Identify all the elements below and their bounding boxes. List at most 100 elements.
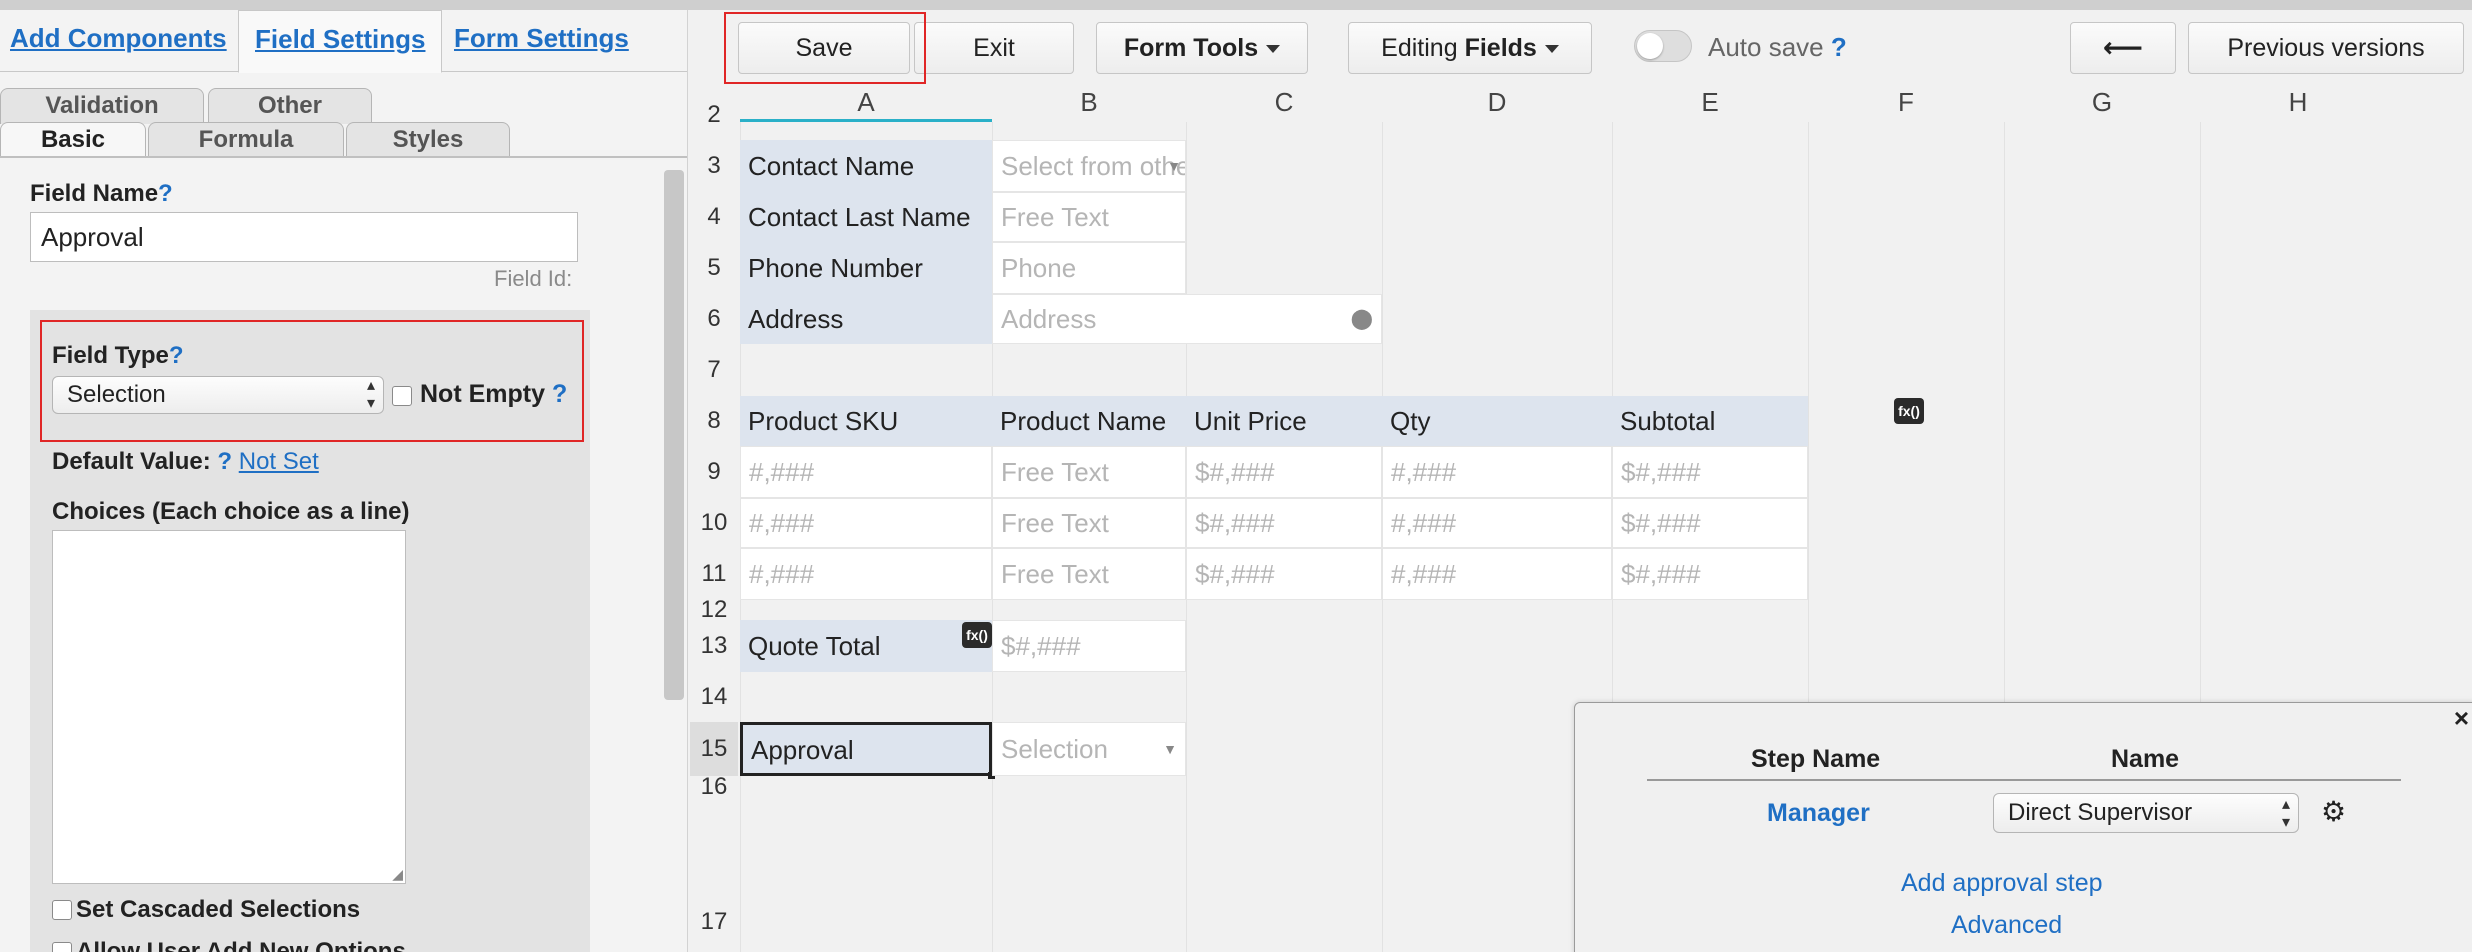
cascaded-checkbox[interactable] [52,900,72,920]
table-cell[interactable]: #,### [1382,498,1612,548]
table-cell[interactable]: $#,### [1612,498,1808,548]
previous-versions-button[interactable]: Previous versions [2188,22,2464,74]
row-header[interactable]: 2 [690,100,738,130]
gear-icon[interactable]: ⚙ [2321,795,2346,828]
step-name-manager[interactable]: Manager [1767,799,1870,828]
not-empty-checkbox[interactable] [392,386,412,406]
close-icon[interactable]: × [2454,703,2469,734]
window-top-strip [0,0,2472,10]
tab-add-components[interactable]: Add Components [2,10,235,72]
label-cell-contact-name[interactable]: Contact Name [740,140,992,192]
formula-icon[interactable]: fx() [1894,398,1924,424]
advanced-link[interactable]: Advanced [1951,911,2062,940]
help-icon[interactable]: ? [158,180,173,207]
row-header[interactable]: 9 [690,446,738,498]
label-cell-phone-number[interactable]: Phone Number [740,242,992,294]
row-header[interactable]: 12 [690,598,738,622]
row-header[interactable]: 4 [690,192,738,242]
subtab-other[interactable]: Other [208,88,372,124]
tab-field-settings[interactable]: Field Settings [238,10,443,73]
help-icon[interactable]: ? [1831,32,1847,62]
field-type-label: Field Type? [52,342,184,370]
editing-fields-button[interactable]: Editing Fields [1348,22,1592,74]
subtab-styles[interactable]: Styles [346,122,510,158]
phone-field[interactable]: Phone [992,242,1186,294]
label-cell-approval-selected[interactable]: Approval [740,722,992,776]
row-header[interactable]: 5 [690,242,738,294]
subtab-validation[interactable]: Validation [0,88,204,124]
select-arrows-icon: ▴ ▾ [366,377,375,412]
label-cell-contact-last-name[interactable]: Contact Last Name [740,192,992,242]
default-value-label-text: Default Value: [52,448,211,475]
row-header[interactable]: 8 [690,396,738,446]
quote-total-field[interactable]: $#,### [992,620,1186,672]
allow-add-label: Allow User Add New Options [76,938,406,952]
row-header[interactable]: 11 [690,548,738,600]
table-cell[interactable]: Free Text [992,548,1186,600]
free-text-field[interactable]: Free Text [992,192,1186,242]
table-header-cell[interactable]: Product SKU [740,396,992,446]
chevron-down-icon [1544,45,1559,54]
table-cell[interactable]: #,### [1382,548,1612,600]
help-icon[interactable]: ? [169,342,184,369]
select-other-sheet-field[interactable]: Select from other Sheet ▼ [992,140,1186,192]
table-cell[interactable]: #,### [1382,446,1612,498]
not-empty-label: Not Empty ? [420,380,567,409]
auto-save-toggle[interactable] [1634,30,1692,62]
back-arrow-button[interactable]: ⟵ [2070,22,2176,74]
table-cell[interactable]: $#,### [1186,498,1382,548]
table-cell[interactable]: $#,### [1186,548,1382,600]
approval-selection-field[interactable]: Selection ▼ [992,722,1186,776]
form-tools-button[interactable]: Form Tools [1096,22,1308,74]
address-field[interactable]: Address ⬤ [992,294,1382,344]
table-cell[interactable]: #,### [740,548,992,600]
table-cell[interactable]: #,### [740,446,992,498]
select-other-sheet-placeholder: Select from other Sheet [1001,151,1185,181]
table-header-cell[interactable]: Product Name [992,396,1186,446]
row-header[interactable]: 16 [690,775,738,799]
panel-scrollbar[interactable] [664,170,684,700]
exit-button[interactable]: Exit [914,22,1074,74]
table-cell[interactable]: Free Text [992,446,1186,498]
row-header[interactable]: 17 [690,902,738,942]
dropdown-arrow-icon: ▼ [1167,158,1181,174]
allow-add-checkbox[interactable] [52,942,72,952]
field-id-label: Field Id: [494,266,573,291]
form-tools-label: Form Tools [1123,34,1259,62]
default-value-label: Default Value: ? Not Set [52,448,319,476]
row-header[interactable]: 3 [690,140,738,192]
row-header[interactable]: 6 [690,294,738,344]
tab-form-settings[interactable]: Form Settings [446,10,637,72]
row-header[interactable]: 10 [690,498,738,548]
table-cell[interactable]: Free Text [992,498,1186,548]
help-icon[interactable]: ? [217,448,232,475]
table-cell[interactable]: $#,### [1186,446,1382,498]
table-header-cell[interactable]: Qty [1382,396,1612,446]
field-type-select[interactable]: Selection ▴ ▾ [52,376,384,414]
resize-handle-icon[interactable]: ◢ [392,866,403,883]
label-cell-address[interactable]: Address [740,294,992,344]
approver-select[interactable]: Direct Supervisor ▴ ▾ [1993,793,2299,833]
choices-textarea[interactable]: ◢ [52,530,406,884]
cascaded-label: Set Cascaded Selections [76,896,361,923]
add-approval-step-link[interactable]: Add approval step [1901,869,2103,898]
subtab-formula[interactable]: Formula [148,122,344,158]
label-cell-quote-total[interactable]: Quote Total [740,620,992,672]
subtab-basic[interactable]: Basic [0,122,146,158]
table-cell[interactable]: $#,### [1612,446,1808,498]
table-cell[interactable]: #,### [740,498,992,548]
row-header[interactable]: 15 [690,722,738,776]
dropdown-arrow-icon: ▼ [1163,741,1177,757]
row-header[interactable]: 14 [690,672,738,722]
formula-icon[interactable]: fx() [962,622,992,648]
row-header[interactable]: 7 [690,344,738,396]
approver-value: Direct Supervisor [2008,799,2193,826]
field-name-input[interactable]: Approval [30,212,578,262]
table-header-cell[interactable]: Subtotal [1612,396,1808,446]
table-cell[interactable]: $#,### [1612,548,1808,600]
default-value-link[interactable]: Not Set [239,448,319,475]
row-header[interactable]: 13 [690,620,738,672]
table-header-cell[interactable]: Unit Price [1186,396,1382,446]
col-header-name: Name [2111,745,2180,773]
help-icon[interactable]: ? [552,380,567,408]
